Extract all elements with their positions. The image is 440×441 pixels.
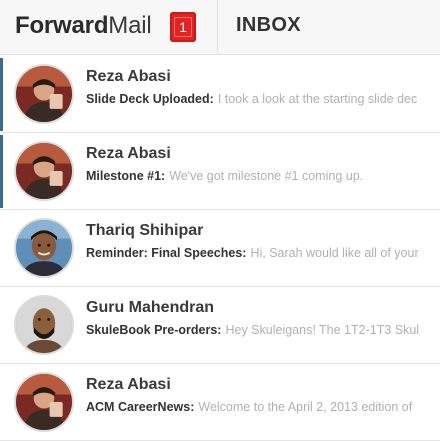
avatar-reza-photo [16, 66, 72, 122]
avatar [14, 64, 74, 124]
message-subject: Milestone #1: [86, 169, 166, 183]
avatar [14, 218, 74, 278]
message-list: Reza Abasi Slide Deck Uploaded: I took a … [0, 56, 440, 441]
unread-count-badge[interactable]: 1 [170, 12, 196, 42]
sender-name: Thariq Shihipar [86, 222, 204, 239]
message-preview: I took a look at the starting slide dec [217, 92, 418, 106]
avatar-reza-photo [16, 143, 72, 199]
message-row[interactable]: Reza Abasi ACM CareerNews: Welcome to the… [0, 364, 440, 441]
message-row[interactable]: Thariq Shihipar Reminder: Final Speeches… [0, 210, 440, 287]
message-summary: Milestone #1: We've got milestone #1 comi… [86, 169, 440, 183]
message-preview: We've got milestone #1 coming up. [169, 169, 364, 183]
message-row[interactable]: Guru Mahendran SkuleBook Pre-orders: Hey … [0, 287, 440, 364]
folder-title: INBOX [236, 14, 301, 36]
message-preview: Hey Skuleigans! The 1T2-1T3 Skul [225, 323, 420, 337]
avatar-guru-photo [16, 297, 72, 353]
badge-frame [174, 17, 192, 37]
message-summary: Reminder: Final Speeches: Hi, Sarah would… [86, 246, 440, 260]
brand-name-light: Mail [108, 12, 152, 39]
unread-indicator [0, 58, 3, 131]
brand-name-bold: Forward [15, 12, 109, 39]
app-logo[interactable]: ForwardMail [15, 12, 152, 40]
top-bar: ForwardMail 1 INBOX [0, 0, 440, 55]
sender-name: Guru Mahendran [86, 299, 215, 316]
avatar [14, 141, 74, 201]
header-divider [217, 0, 218, 55]
message-summary: ACM CareerNews: Welcome to the April 2, 2… [86, 400, 440, 414]
message-subject: SkuleBook Pre-orders: [86, 323, 222, 337]
sender-name: Reza Abasi [86, 145, 171, 162]
message-preview: Welcome to the April 2, 2013 edition of [198, 400, 413, 414]
message-subject: Slide Deck Uploaded: [86, 92, 214, 106]
sender-name: Reza Abasi [86, 376, 171, 393]
message-preview: Hi, Sarah would like all of your [250, 246, 419, 260]
unread-indicator [0, 135, 3, 208]
message-row[interactable]: Reza Abasi Slide Deck Uploaded: I took a … [0, 56, 440, 133]
avatar-reza-photo [16, 374, 72, 430]
sender-name: Reza Abasi [86, 68, 171, 85]
avatar-thariq-photo [16, 220, 72, 276]
avatar [14, 372, 74, 432]
message-summary: SkuleBook Pre-orders: Hey Skuleigans! The… [86, 323, 440, 337]
message-row[interactable]: Reza Abasi Milestone #1: We've got milest… [0, 133, 440, 210]
message-summary: Slide Deck Uploaded: I took a look at the… [86, 92, 440, 106]
message-subject: Reminder: Final Speeches: [86, 246, 247, 260]
avatar [14, 295, 74, 355]
message-subject: ACM CareerNews: [86, 400, 195, 414]
